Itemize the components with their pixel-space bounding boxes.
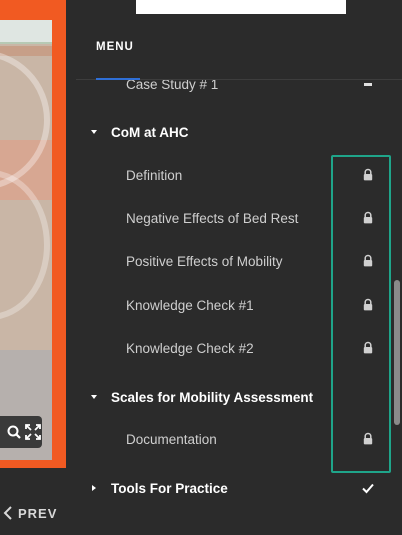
menu-panel: MENU Case Study # 1 CoM at AHC Definition N…	[76, 0, 402, 535]
prev-button[interactable]: PREV	[0, 500, 66, 526]
zoom-icon[interactable]	[6, 424, 22, 440]
menu-list: Case Study # 1 CoM at AHC Definition Negati…	[76, 80, 402, 535]
menu-item-label: Definition	[126, 167, 183, 183]
caret-down-icon	[89, 392, 99, 402]
in-progress-icon	[361, 80, 375, 91]
menu-section[interactable]: CoM at AHC	[76, 122, 392, 142]
menu-header: MENU	[76, 14, 402, 80]
logo-area	[136, 0, 346, 14]
player-window: PREV MENU Case Study # 1 CoM at AHC Defini…	[0, 0, 402, 535]
menu-item-label: Scales for Mobility Assessment	[111, 389, 314, 405]
menu-item[interactable]: Negative Effects of Bed Rest	[76, 208, 392, 228]
caret-right-icon	[89, 483, 99, 493]
lock-icon	[361, 298, 375, 312]
lock-icon	[361, 168, 375, 182]
caret-down-icon	[89, 127, 99, 137]
menu-section[interactable]: Scales for Mobility Assessment	[76, 387, 392, 407]
menu-item-label: Knowledge Check #1	[126, 297, 254, 313]
menu-scrollbar[interactable]	[392, 80, 402, 535]
menu-item[interactable]: Case Study # 1	[76, 80, 392, 94]
menu-item[interactable]: Documentation	[76, 429, 392, 449]
menu-scrollbar-thumb[interactable]	[394, 280, 400, 425]
menu-item-label: Tools For Practice	[111, 480, 228, 496]
slide-image-topbar	[0, 20, 52, 44]
lock-icon	[361, 341, 375, 355]
menu-item-label: CoM at AHC	[111, 124, 189, 140]
slide-controls	[0, 416, 42, 448]
lock-icon	[361, 211, 375, 225]
tab-menu[interactable]: MENU	[96, 41, 134, 81]
fullscreen-icon[interactable]	[24, 424, 41, 440]
menu-item-label: Case Study # 1	[126, 80, 219, 92]
slide-frame	[0, 0, 66, 468]
menu-item[interactable]: Knowledge Check #2	[76, 338, 392, 358]
checkmark-icon	[361, 481, 375, 495]
menu-item-label: Documentation	[126, 431, 217, 447]
menu-item-label: Knowledge Check #2	[126, 340, 254, 356]
menu-section[interactable]: Tools For Practice	[76, 478, 392, 498]
slide-image	[0, 20, 52, 460]
menu-item-label: Negative Effects of Bed Rest	[126, 210, 299, 226]
menu-item[interactable]: Positive Effects of Mobility	[76, 251, 392, 271]
slide-area: PREV	[0, 0, 76, 535]
lock-icon	[361, 254, 375, 268]
chevron-left-icon	[3, 506, 12, 520]
slide-image-strip	[0, 46, 52, 56]
menu-item[interactable]: Knowledge Check #1	[76, 295, 392, 315]
menu-item-label: Positive Effects of Mobility	[126, 253, 283, 269]
lock-icon	[361, 432, 375, 446]
prev-button-label: PREV	[18, 505, 58, 521]
menu-item[interactable]: Definition	[76, 165, 392, 185]
